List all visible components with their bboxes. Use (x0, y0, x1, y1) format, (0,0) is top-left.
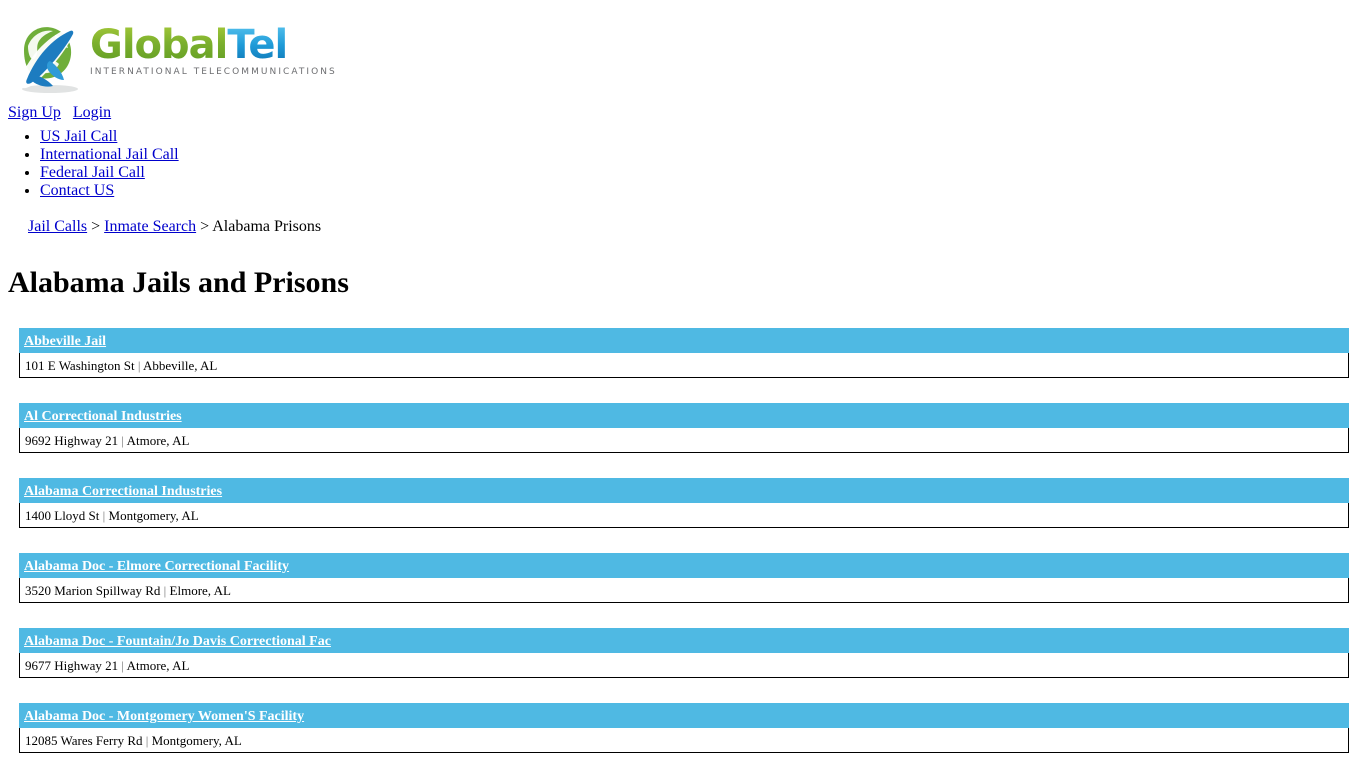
nav-link-us-jail-call[interactable]: US Jail Call (40, 128, 117, 145)
facility-street: 9677 Highway 21 (25, 658, 119, 673)
facility-name-link[interactable]: Al Correctional Industries (24, 409, 182, 424)
breadcrumb-link-jail-calls[interactable]: Jail Calls (28, 218, 87, 235)
facility-header[interactable]: Alabama Doc - Montgomery Women'S Facilit… (19, 703, 1349, 728)
facility-address: 9677 Highway 21 | Atmore, AL (19, 653, 1349, 678)
facility-address: 3520 Marion Spillway Rd | Elmore, AL (19, 578, 1349, 603)
breadcrumb-current: Alabama Prisons (212, 218, 322, 235)
facility-list: Abbeville Jail 101 E Washington St | Abb… (0, 328, 1366, 753)
facility-city-state: Elmore, AL (169, 583, 231, 598)
breadcrumb-link-inmate-search[interactable]: Inmate Search (104, 218, 196, 235)
address-separator: | (163, 583, 167, 598)
nav-link-federal-jail-call[interactable]: Federal Jail Call (40, 164, 145, 181)
site-header: GlobalTel INTERNATIONAL TELECOMMUNICATIO… (0, 0, 1366, 103)
logo-name-tel: Tel (227, 22, 288, 68)
facility-card: Alabama Doc - Elmore Correctional Facili… (19, 553, 1349, 603)
address-separator: | (145, 733, 149, 748)
facility-city-state: Atmore, AL (126, 433, 190, 448)
facility-street: 3520 Marion Spillway Rd (25, 583, 161, 598)
account-links: Sign Up Login (0, 103, 1366, 122)
nav-item-international-jail-call[interactable]: International Jail Call (40, 146, 1366, 164)
facility-name-link[interactable]: Alabama Doc - Montgomery Women'S Facilit… (24, 709, 304, 724)
facility-street: 9692 Highway 21 (25, 433, 119, 448)
breadcrumb-separator: > (200, 218, 210, 235)
facility-card: Alabama Doc - Montgomery Women'S Facilit… (19, 703, 1349, 753)
facility-address: 1400 Lloyd St | Montgomery, AL (19, 503, 1349, 528)
facility-name-link[interactable]: Alabama Doc - Fountain/Jo Davis Correcti… (24, 634, 331, 649)
main-navigation: US Jail Call International Jail Call Fed… (0, 128, 1366, 200)
globe-swoosh-icon (10, 22, 88, 96)
nav-link-international-jail-call[interactable]: International Jail Call (40, 146, 179, 163)
facility-header[interactable]: Alabama Correctional Industries (19, 478, 1349, 503)
facility-name-link[interactable]: Abbeville Jail (24, 334, 106, 349)
address-separator: | (137, 358, 141, 373)
nav-item-federal-jail-call[interactable]: Federal Jail Call (40, 164, 1366, 182)
facility-street: 1400 Lloyd St (25, 508, 100, 523)
facility-card: Abbeville Jail 101 E Washington St | Abb… (19, 328, 1349, 378)
facility-name-link[interactable]: Alabama Correctional Industries (24, 484, 222, 499)
facility-card: Alabama Doc - Fountain/Jo Davis Correcti… (19, 628, 1349, 678)
page-title: Alabama Jails and Prisons (8, 266, 349, 299)
breadcrumb-separator: > (91, 218, 101, 235)
logo-tagline: INTERNATIONAL TELECOMMUNICATIONS (90, 67, 337, 77)
facility-address: 9692 Highway 21 | Atmore, AL (19, 428, 1349, 453)
login-link[interactable]: Login (73, 104, 111, 121)
logo-wordmark: GlobalTel INTERNATIONAL TELECOMMUNICATIO… (90, 22, 337, 77)
logo-name-global: Global (90, 22, 228, 68)
nav-item-contact-us[interactable]: Contact US (40, 182, 1366, 200)
facility-header[interactable]: Alabama Doc - Elmore Correctional Facili… (19, 553, 1349, 578)
facility-header[interactable]: Al Correctional Industries (19, 403, 1349, 428)
address-separator: | (102, 508, 106, 523)
sign-up-link[interactable]: Sign Up (8, 104, 61, 121)
facility-city-state: Atmore, AL (126, 658, 190, 673)
nav-item-us-jail-call[interactable]: US Jail Call (40, 128, 1366, 146)
facility-card: Alabama Correctional Industries 1400 Llo… (19, 478, 1349, 528)
facility-header[interactable]: Alabama Doc - Fountain/Jo Davis Correcti… (19, 628, 1349, 653)
facility-address: 12085 Wares Ferry Rd | Montgomery, AL (19, 728, 1349, 753)
breadcrumb: Jail Calls > Inmate Search > Alabama Pri… (28, 218, 1366, 236)
facility-city-state: Abbeville, AL (143, 358, 218, 373)
nav-link-contact-us[interactable]: Contact US (40, 182, 114, 199)
facility-card: Al Correctional Industries 9692 Highway … (19, 403, 1349, 453)
facility-street: 101 E Washington St (25, 358, 135, 373)
facility-city-state: Montgomery, AL (151, 733, 242, 748)
site-logo[interactable]: GlobalTel INTERNATIONAL TELECOMMUNICATIO… (10, 22, 337, 96)
facility-street: 12085 Wares Ferry Rd (25, 733, 143, 748)
facility-city-state: Montgomery, AL (108, 508, 199, 523)
address-separator: | (121, 433, 125, 448)
facility-address: 101 E Washington St | Abbeville, AL (19, 353, 1349, 378)
facility-header[interactable]: Abbeville Jail (19, 328, 1349, 353)
facility-name-link[interactable]: Alabama Doc - Elmore Correctional Facili… (24, 559, 289, 574)
address-separator: | (121, 658, 125, 673)
